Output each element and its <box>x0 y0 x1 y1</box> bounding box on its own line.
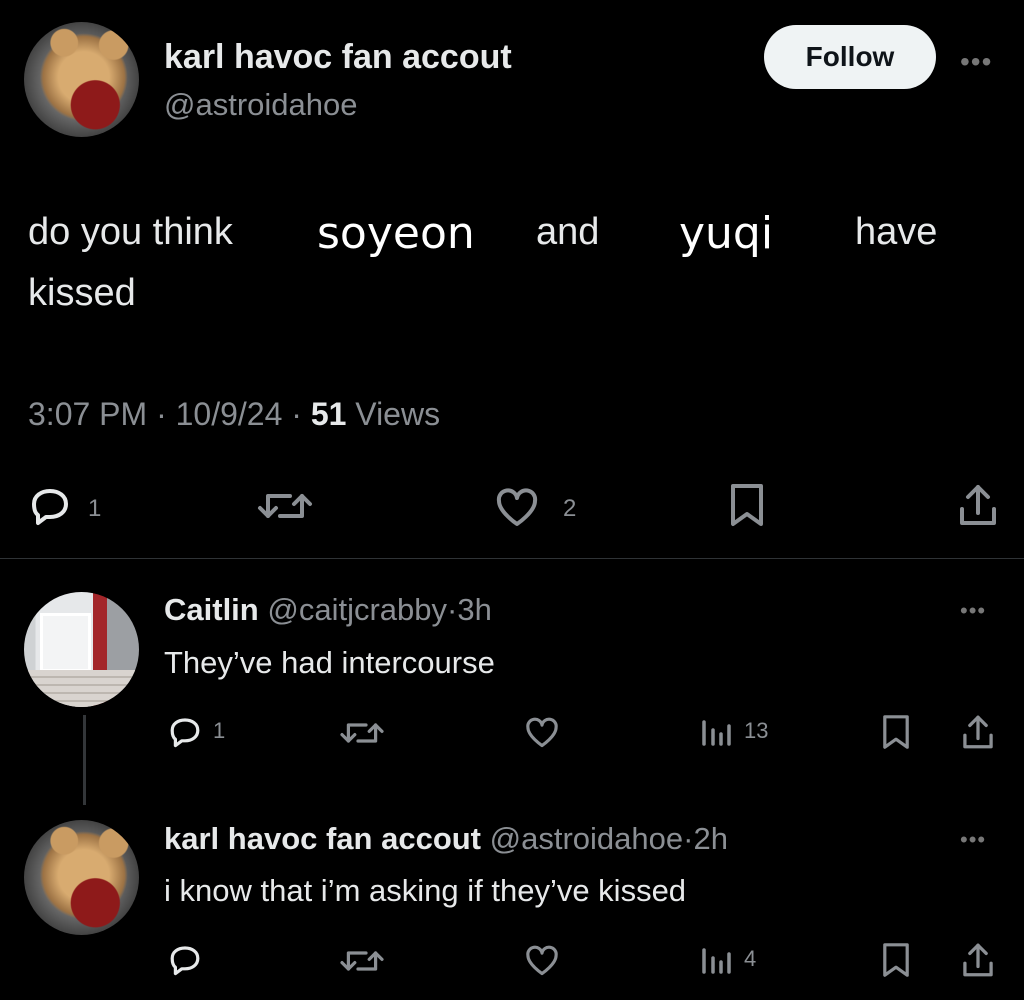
share-icon[interactable] <box>960 712 996 752</box>
more-icon[interactable]: ••• <box>960 48 992 76</box>
tweet-text-part: do you think <box>28 211 233 253</box>
reply-icon[interactable] <box>167 944 203 976</box>
separator-dot: · <box>291 396 302 432</box>
bookmark-icon[interactable] <box>880 941 912 979</box>
tweet-text-part: have <box>855 211 938 253</box>
reply-header: Caitlin @caitjcrabby·3h <box>164 592 492 628</box>
follow-button[interactable]: Follow <box>764 25 936 89</box>
avatar[interactable] <box>24 820 139 935</box>
separator-dot: · <box>156 396 167 432</box>
handle[interactable]: @caitjcrabby <box>267 592 447 627</box>
tweet-time[interactable]: 3:07 PM <box>28 396 147 432</box>
display-name[interactable]: karl havoc fan accout <box>164 38 512 77</box>
separator-dot: · <box>683 821 694 856</box>
retweet-icon[interactable] <box>338 945 386 977</box>
retweet-icon[interactable] <box>256 486 314 526</box>
reply-text: They’ve had intercourse <box>164 645 495 680</box>
display-name[interactable]: karl havoc fan accout <box>164 821 481 856</box>
like-icon[interactable] <box>524 717 560 749</box>
tweet-text-highlight: yuqi <box>679 208 774 259</box>
views-count: 51 <box>310 396 347 432</box>
tweet-date[interactable]: 10/9/24 <box>176 396 283 432</box>
reply-header: karl havoc fan accout @astroidahoe·2h <box>164 821 728 857</box>
views-count: 13 <box>744 718 769 743</box>
separator-dot: · <box>447 592 458 627</box>
divider <box>0 558 1024 559</box>
bookmark-icon[interactable] <box>880 713 912 751</box>
display-name[interactable]: Caitlin <box>164 592 259 627</box>
bookmark-icon[interactable] <box>727 482 767 528</box>
like-icon[interactable] <box>524 945 560 977</box>
reply-age[interactable]: 2h <box>693 821 727 856</box>
like-icon[interactable] <box>494 488 540 528</box>
timestamp-line: 3:07 PM · 10/9/24 · 51 Views <box>28 396 440 433</box>
tweet-text-highlight: soyeon <box>317 208 475 259</box>
reply-count: 1 <box>88 495 102 522</box>
views-icon[interactable] <box>700 716 734 748</box>
tweet-text-part: and <box>536 211 600 253</box>
more-icon[interactable]: ••• <box>960 600 986 622</box>
views-icon[interactable] <box>700 944 734 976</box>
reply-count: 1 <box>213 718 226 743</box>
reply-icon[interactable] <box>28 486 72 526</box>
views-label: Views <box>355 396 441 432</box>
handle[interactable]: @astroidahoe <box>490 821 683 856</box>
share-icon[interactable] <box>956 481 1000 529</box>
retweet-icon[interactable] <box>338 717 386 749</box>
reply-age[interactable]: 3h <box>457 592 491 627</box>
avatar[interactable] <box>24 592 139 707</box>
views-count: 4 <box>744 946 757 971</box>
avatar[interactable] <box>24 22 139 137</box>
handle[interactable]: @astroidahoe <box>164 87 357 123</box>
reply-text: i know that i’m asking if they’ve kissed <box>164 873 687 908</box>
reply-icon[interactable] <box>167 716 203 748</box>
like-count: 2 <box>563 495 577 522</box>
share-icon[interactable] <box>960 940 996 980</box>
more-icon[interactable]: ••• <box>960 829 986 851</box>
tweet-text-part: kissed <box>28 272 136 314</box>
thread-line <box>83 715 86 805</box>
